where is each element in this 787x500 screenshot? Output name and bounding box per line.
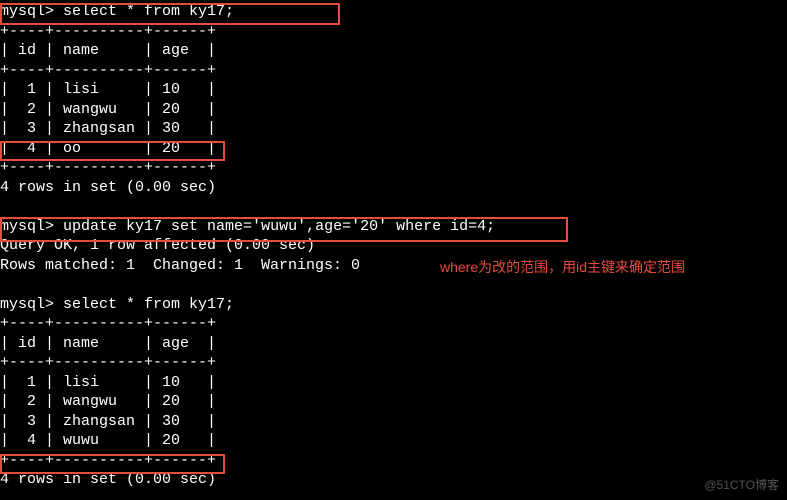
highlight-box-select1	[0, 3, 340, 25]
table-row: | 1 | lisi | 10 |	[0, 373, 787, 393]
table-row: | 2 | wangwu | 20 |	[0, 100, 787, 120]
table-row: | 4 | wuwu | 20 |	[0, 431, 787, 451]
watermark: @51CTO博客	[704, 478, 779, 494]
highlight-box-row4-before	[0, 141, 225, 161]
annotation-text: where为改的范围，用id主键来确定范围	[440, 258, 685, 276]
table-row: | 3 | zhangsan | 30 |	[0, 119, 787, 139]
blank-line	[0, 197, 787, 217]
table-row: | 3 | zhangsan | 30 |	[0, 412, 787, 432]
highlight-box-row4-after	[0, 454, 225, 474]
table-row: | 2 | wangwu | 20 |	[0, 392, 787, 412]
blank-line	[0, 275, 787, 295]
table-header: | id | name | age |	[0, 41, 787, 61]
table-border: +----+----------+------+	[0, 353, 787, 373]
result-rows-in-set: 4 rows in set (0.00 sec)	[0, 178, 787, 198]
table-row: | 1 | lisi | 10 |	[0, 80, 787, 100]
mysql-prompt: mysql>	[0, 296, 54, 313]
table-header: | id | name | age |	[0, 334, 787, 354]
sql-select2: select * from ky17;	[63, 296, 234, 313]
table-border: +----+----------+------+	[0, 314, 787, 334]
highlight-box-update	[0, 217, 568, 242]
table-border: +----+----------+------+	[0, 61, 787, 81]
terminal-line: mysql> select * from ky17;	[0, 295, 787, 315]
